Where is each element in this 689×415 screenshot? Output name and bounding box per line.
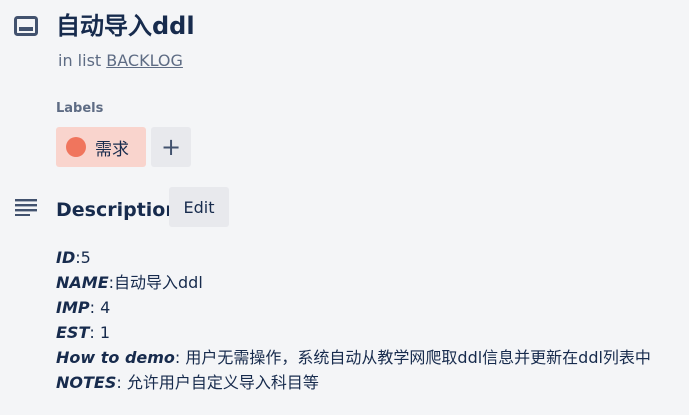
description-key: EST (56, 323, 90, 342)
label-color-dot (66, 137, 86, 157)
description-value: 1 (99, 323, 111, 342)
label-name: 需求 (95, 139, 129, 160)
description-value: 用户无需操作，系统自动从教学网爬取ddl信息并更新在ddl列表中 (185, 348, 651, 367)
description-value: 允许用户自定义导入科目等 (126, 373, 319, 392)
description-value: 5 (80, 248, 91, 267)
add-label-button[interactable]: + (151, 127, 191, 167)
description-line: ID:5 (56, 245, 651, 270)
description-lines-icon (15, 199, 37, 216)
description-key: How to demo (56, 348, 175, 367)
description-line: EST: 1 (56, 320, 651, 345)
description-value: 4 (100, 298, 111, 317)
labels-heading: Labels (56, 101, 104, 116)
in-list-prefix: in list (58, 51, 107, 70)
description-body: ID:5 NAME:自动导入ddl IMP: 4 EST: 1 How to d… (56, 245, 651, 395)
description-key: NAME (56, 273, 109, 292)
description-sep: : (116, 373, 127, 392)
description-sep: : (89, 323, 100, 342)
description-line: IMP: 4 (56, 295, 651, 320)
description-key: ID (56, 248, 76, 267)
description-key: IMP (56, 298, 90, 317)
card-icon (14, 16, 38, 36)
description-value: 自动导入ddl (114, 273, 203, 292)
card-title: 自动导入ddl (56, 12, 195, 40)
description-sep: : (174, 348, 186, 367)
description-line: NAME:自动导入ddl (56, 270, 651, 295)
description-heading: Description (56, 199, 179, 221)
edit-description-button[interactable]: Edit (169, 187, 229, 227)
in-list-line: in list BACKLOG (58, 50, 183, 72)
description-line: NOTES: 允许用户自定义导入科目等 (56, 370, 651, 395)
label-chip[interactable]: 需求 (56, 127, 146, 167)
description-key: NOTES (56, 373, 117, 392)
description-sep: : (89, 298, 101, 317)
description-line: How to demo: 用户无需操作，系统自动从教学网爬取ddl信息并更新在d… (56, 345, 651, 370)
list-name-link[interactable]: BACKLOG (106, 51, 183, 70)
